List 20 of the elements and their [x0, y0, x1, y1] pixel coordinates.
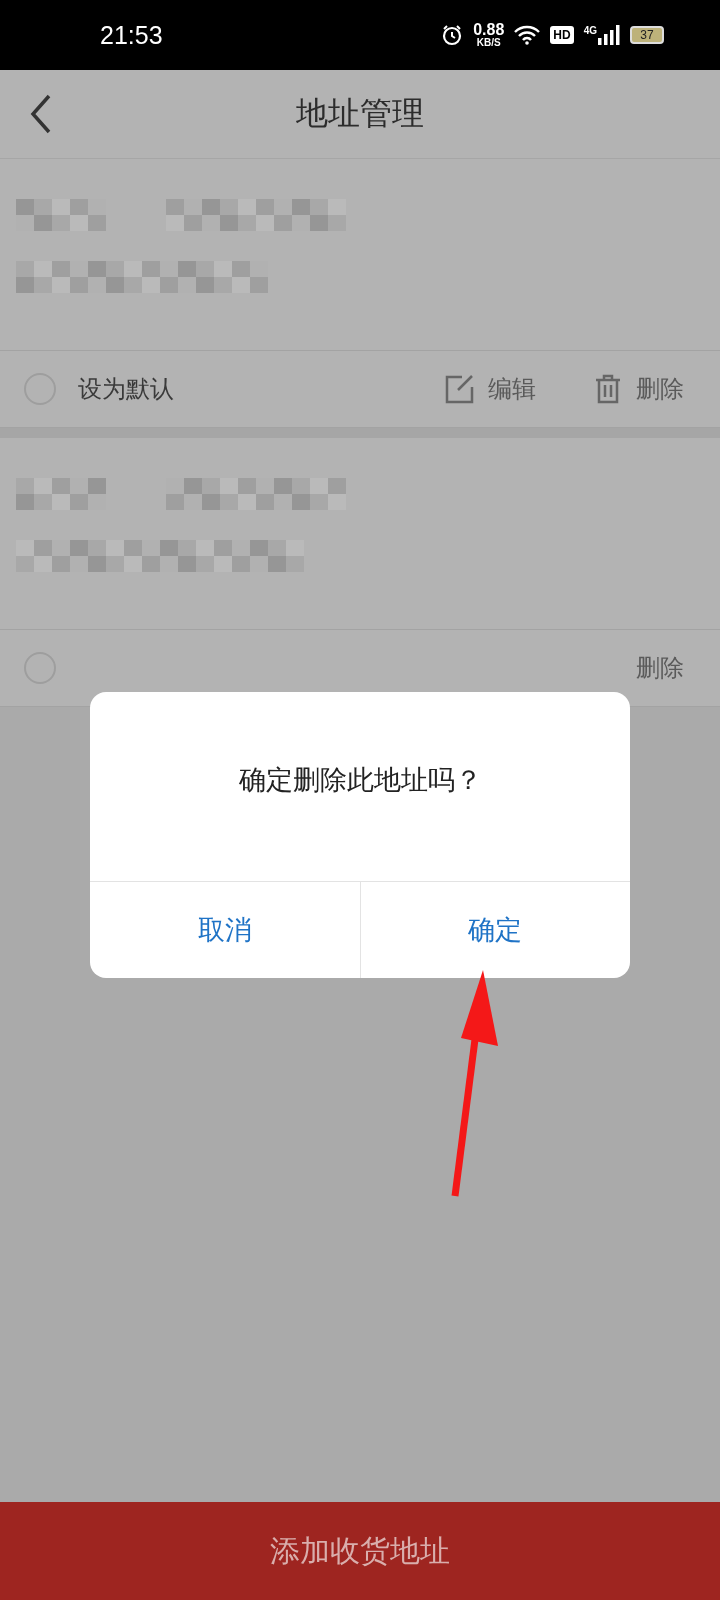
- alarm-icon: [441, 24, 464, 46]
- signal-icon: [598, 25, 620, 45]
- battery-indicator: 37: [630, 26, 664, 44]
- edit-icon[interactable]: [444, 374, 474, 404]
- set-default-label[interactable]: 设为默认: [78, 373, 174, 405]
- dialog-message: 确定删除此地址吗？: [237, 762, 483, 797]
- network-type: 4G: [583, 25, 597, 36]
- hd-badge: HD: [550, 26, 574, 44]
- dialog-button[interactable]: 取消: [90, 882, 360, 978]
- page-title: 地址管理: [296, 93, 424, 134]
- edit-button[interactable]: 编辑: [488, 373, 536, 405]
- delete-button[interactable]: 删除: [636, 652, 684, 684]
- trash-icon[interactable]: [594, 374, 622, 404]
- clock-time: 21:53: [100, 20, 163, 50]
- delete-button[interactable]: 删除: [636, 373, 684, 405]
- net-speed: 0.88: [473, 22, 505, 38]
- back-icon[interactable]: [30, 94, 52, 134]
- add-address-button[interactable]: 添加收货地址: [0, 1502, 720, 1600]
- wifi-icon: [514, 25, 541, 45]
- net-speed-unit: KB/S: [476, 38, 501, 48]
